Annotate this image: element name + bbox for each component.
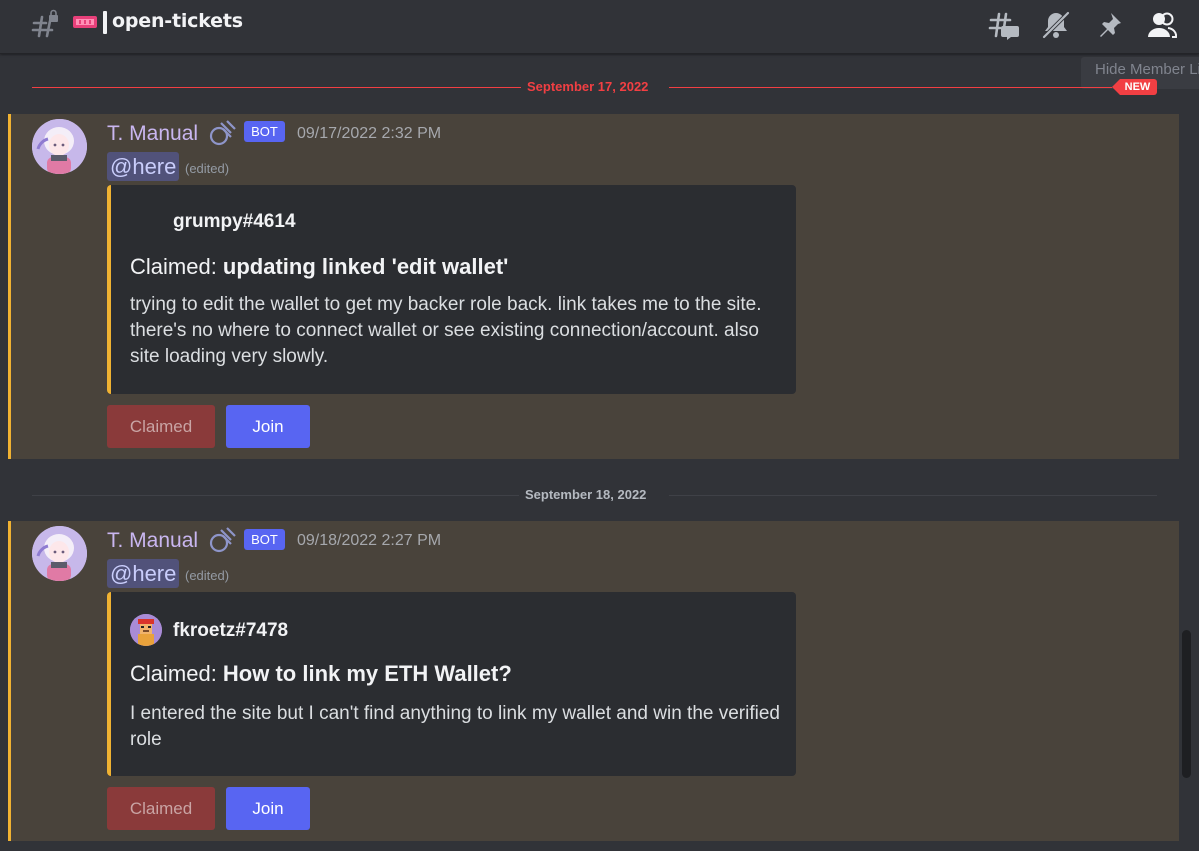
timestamp: 09/17/2022 2:32 PM [297, 125, 442, 142]
mention[interactable]: @here [107, 559, 180, 588]
avatar[interactable] [32, 526, 87, 581]
embed-title-bold: updating linked 'edit wallet' [222, 254, 509, 279]
threads-icon[interactable] [987, 8, 1021, 42]
divider-date: September 18, 2022 [525, 487, 647, 502]
message: T. Manual BOT 09/17/2022 2:32 PM @here (… [8, 114, 1179, 459]
embed-title-prefix: Claimed: [130, 254, 223, 279]
embed-author[interactable]: fkroetz#7478 [173, 620, 288, 642]
embed-author-avatar[interactable] [130, 614, 162, 646]
role-icon [209, 527, 236, 553]
date-divider: September 18, 2022 [32, 487, 1157, 502]
mention[interactable]: @here [107, 152, 180, 181]
embed: grumpy#4614 Claimed: updating linked 'ed… [107, 185, 796, 394]
date-divider-new: September 17, 2022 [32, 79, 1157, 94]
edited-label: (edited) [185, 161, 230, 176]
channel-separator [103, 11, 107, 34]
bell-muted-icon[interactable] [1039, 8, 1073, 42]
claimed-button[interactable]: Claimed [107, 405, 215, 448]
embed-title: Claimed: How to link my ETH Wallet? [130, 661, 512, 687]
members-icon[interactable] [1145, 8, 1179, 42]
new-badge: NEW [1112, 79, 1157, 95]
channel-name: open-tickets [112, 10, 243, 32]
edited-label: (edited) [185, 568, 230, 583]
embed-description: I entered the site but I can't find anyt… [130, 703, 780, 750]
embed-title-bold: How to link my ETH Wallet? [222, 661, 512, 686]
avatar[interactable] [32, 119, 87, 174]
scrollbar-thumb[interactable] [1182, 630, 1191, 778]
embed-title-prefix: Claimed: [130, 661, 223, 686]
pin-icon[interactable] [1092, 8, 1126, 42]
author-name[interactable]: T. Manual [107, 122, 198, 146]
embed-author[interactable]: grumpy#4614 [173, 211, 296, 233]
embed-title: Claimed: updating linked 'edit wallet' [130, 254, 508, 280]
timestamp: 09/18/2022 2:27 PM [297, 532, 442, 549]
join-button[interactable]: Join [226, 405, 310, 448]
join-button[interactable]: Join [226, 787, 310, 830]
bot-tag: BOT [244, 529, 285, 550]
embed: fkroetz#7478 Claimed: How to link my ETH… [107, 592, 796, 776]
embed-description: trying to edit the wallet to get my back… [130, 294, 762, 367]
message: T. Manual BOT 09/18/2022 2:27 PM @here (… [8, 521, 1179, 841]
author-name[interactable]: T. Manual [107, 529, 198, 553]
bot-tag: BOT [244, 121, 285, 142]
channel-header: open-tickets [0, 0, 1199, 54]
divider-date: September 17, 2022 [527, 79, 649, 94]
claimed-button[interactable]: Claimed [107, 787, 215, 830]
role-icon [209, 120, 236, 146]
ticket-icon [73, 16, 97, 28]
hashtag-lock-icon [31, 9, 58, 38]
